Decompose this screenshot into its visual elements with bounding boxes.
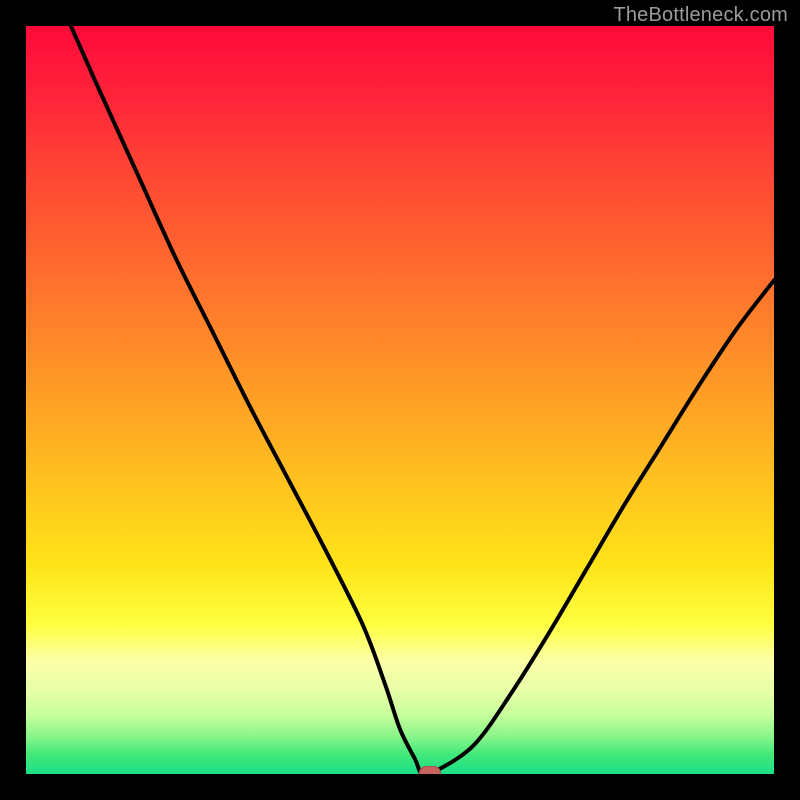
watermark-text: TheBottleneck.com <box>613 4 788 27</box>
minimum-marker <box>419 766 441 774</box>
bottleneck-curve <box>71 26 774 774</box>
chart-stage: TheBottleneck.com <box>0 0 800 800</box>
plot-area <box>26 26 774 774</box>
curve-layer <box>26 26 774 774</box>
